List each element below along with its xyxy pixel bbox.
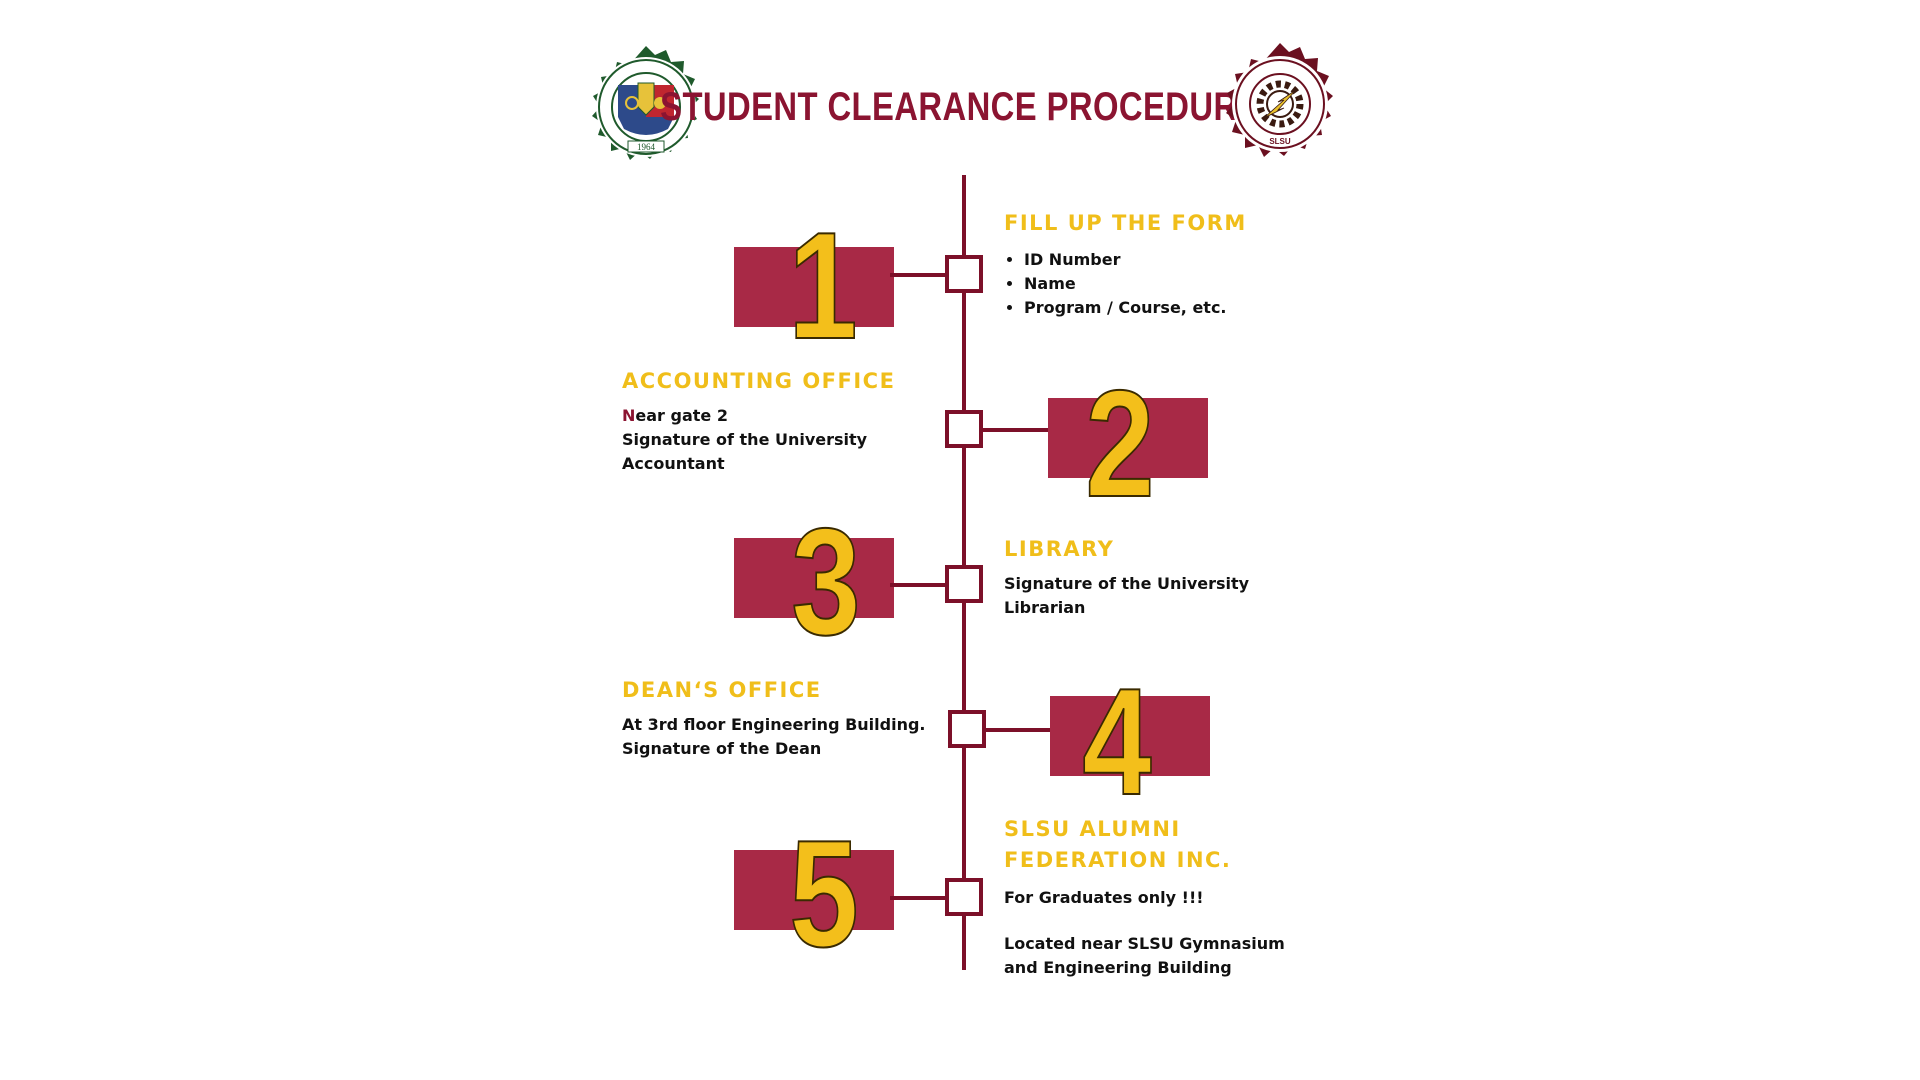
step-5-line-2: Located near SLSU Gymnasium [1004, 934, 1285, 953]
step-2-line-1: ear gate 2 [635, 406, 728, 425]
step-4-details: At 3rd floor Engineering Building. Signa… [622, 713, 926, 761]
step-2-first-letter: N [622, 406, 636, 425]
step-5-marker [945, 878, 983, 916]
college-of-engineering-seal-icon: SLSU [1218, 42, 1342, 166]
step-3-heading: LIBRARY [1004, 537, 1115, 561]
step-4-heading: DEAN‘S OFFICE [622, 678, 822, 702]
step-1-marker [945, 255, 983, 293]
step-2-line-2: Signature of the University [622, 430, 868, 449]
step-4-connector [986, 728, 1052, 732]
step-4-marker [948, 710, 986, 748]
step-3-connector [890, 583, 946, 587]
list-item: Program / Course, etc. [1024, 296, 1227, 320]
step-3-marker [945, 565, 983, 603]
step-2-line-3: Accountant [622, 454, 725, 473]
step-5-details: For Graduates only !!! Located near SLSU… [1004, 886, 1285, 980]
step-4-line-1: At 3rd floor Engineering Building. [622, 715, 926, 734]
page-title: STUDENT CLEARANCE PROCEDURE [660, 84, 1260, 129]
step-5-heading: SLSU ALUMNI FEDERATION INC. [1004, 814, 1231, 876]
list-item: ID Number [1024, 248, 1227, 272]
step-1-list: ID Number Name Program / Course, etc. [1004, 248, 1227, 320]
step-3-details: Signature of the University Librarian [1004, 572, 1249, 620]
step-2-marker [945, 410, 983, 448]
step-5-line-3: and Engineering Building [1004, 958, 1232, 977]
seal-year: 1964 [637, 142, 656, 152]
step-5-connector [890, 896, 946, 900]
step-4-line-2: Signature of the Dean [622, 739, 822, 758]
step-5-line-1: For Graduates only !!! [1004, 888, 1204, 907]
step-5-heading-line-1: SLSU ALUMNI [1004, 817, 1181, 841]
step-1-connector [890, 273, 946, 277]
step-2-connector [983, 428, 1049, 432]
step-1-heading: FILL UP THE FORM [1004, 211, 1247, 235]
step-5-number: 5 [789, 809, 860, 979]
step-5-heading-line-2: FEDERATION INC. [1004, 848, 1232, 872]
step-4-number: 4 [1082, 657, 1153, 827]
seal-bottom-text: SLSU [1269, 137, 1291, 146]
list-item: Name [1024, 272, 1227, 296]
step-3-line-1: Signature of the University [1004, 574, 1250, 593]
step-2-heading: ACCOUNTING OFFICE [622, 369, 896, 393]
step-1-number: 1 [788, 201, 859, 371]
step-3-line-2: Librarian [1004, 598, 1086, 617]
step-2-number: 2 [1085, 359, 1156, 529]
step-2-details: Near gate 2 Signature of the University … [622, 404, 867, 476]
step-3-number: 3 [791, 497, 862, 667]
